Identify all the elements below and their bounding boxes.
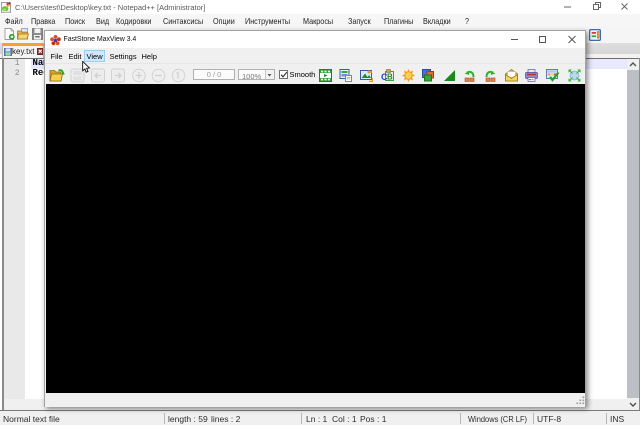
svg-text:B: B <box>387 73 393 82</box>
